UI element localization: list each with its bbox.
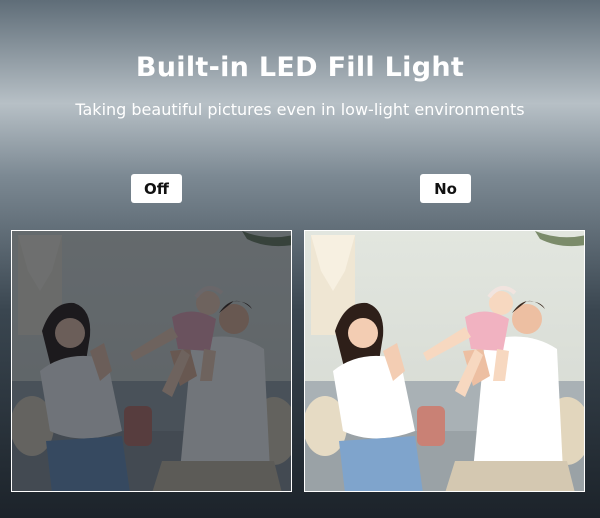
photo-fill-light-off [11, 230, 292, 492]
family-photo-bright-image [305, 231, 584, 491]
photo-fill-light-on [304, 230, 585, 492]
fill-light-off-label: Off [131, 174, 182, 203]
family-photo-dark-image [12, 231, 291, 491]
page-title: Built-in LED Fill Light [135, 52, 465, 83]
page-subtitle: Taking beautiful pictures even in low-li… [75, 100, 525, 119]
fill-light-on-label: No [420, 174, 471, 203]
